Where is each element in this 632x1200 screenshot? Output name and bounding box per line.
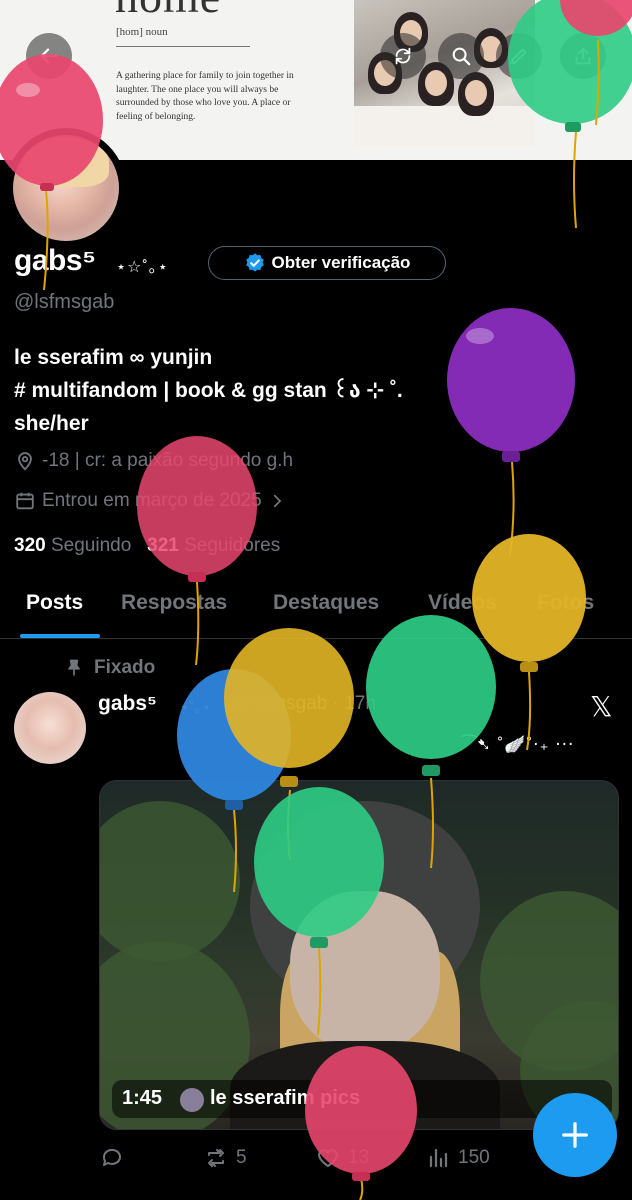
share-button[interactable]: [560, 33, 606, 79]
share-icon: [575, 47, 591, 65]
post-text: ⁀➷ ˚🪽˚‧₊ ‧‧‧: [462, 735, 575, 754]
calendar-icon: [16, 492, 34, 510]
tab-posts[interactable]: Posts: [26, 591, 83, 615]
repost-icon: [208, 1149, 224, 1167]
following-count: 320: [14, 535, 46, 556]
tab-highlights[interactable]: Destaques: [273, 591, 379, 615]
repost-count: 5: [236, 1147, 247, 1168]
video-source-label: le sserafim pics: [210, 1087, 361, 1109]
profile-handle: @lsfmsgab: [14, 291, 115, 313]
compose-post-button[interactable]: [533, 1093, 617, 1177]
edit-icon: [510, 48, 527, 65]
video-duration: 1:45: [122, 1087, 163, 1109]
view-count: 150: [458, 1147, 490, 1168]
pinned-label: Fixado: [94, 657, 156, 678]
bio-line: # multifandom | book & gg stan ꒰ა ⊹ ˚.: [14, 379, 403, 402]
search-button[interactable]: [438, 33, 484, 79]
heart-icon: [318, 1149, 338, 1167]
tab-videos[interactable]: Vídeos: [428, 591, 497, 615]
plus-icon: [562, 1122, 588, 1148]
joined-text: Entrou em março de 2025: [42, 490, 262, 511]
balloon-yellow-right: [472, 534, 586, 751]
profile-tabs: Posts Respostas Destaques Vídeos Fotos: [0, 588, 632, 639]
location-pin-icon: [18, 452, 32, 471]
followers-label: Seguidores: [184, 535, 281, 556]
repost-button[interactable]: 5: [204, 1146, 247, 1170]
post-author-name[interactable]: gabs⁵: [98, 692, 157, 716]
follow-stats: 320 Seguindo 321 Seguidores: [14, 535, 280, 557]
banner-title: home: [115, 0, 221, 23]
search-icon: [452, 47, 471, 66]
bio-line: she/her: [14, 412, 89, 435]
edit-button[interactable]: [496, 33, 542, 79]
post-video[interactable]: [99, 780, 619, 1130]
avatar[interactable]: [13, 135, 119, 241]
bio-line: le sserafim ∞ yunjin: [14, 346, 213, 369]
tab-replies[interactable]: Respostas: [121, 591, 227, 615]
banner-definition: A gathering place for family to join tog…: [116, 71, 294, 122]
following-link[interactable]: 320 Seguindo: [14, 535, 131, 556]
post-handle-time: @lsfmsgab · 17h: [232, 693, 376, 714]
location-text: -18 | cr: a paixão segundo g.h: [42, 450, 294, 471]
reply-button[interactable]: [100, 1146, 132, 1170]
profile-name: gabs⁵: [14, 244, 96, 277]
like-button[interactable]: 13: [316, 1146, 369, 1170]
pin-icon: [68, 659, 80, 676]
views-chart-icon: [429, 1148, 448, 1168]
banner-pronunciation: [hom] noun: [116, 26, 168, 38]
profile-bio: le sserafim ∞ yunjin # multifandom | boo…: [14, 341, 474, 440]
back-arrow-icon: [40, 48, 58, 64]
active-tab-indicator: [20, 634, 100, 638]
chevron-right-icon: [273, 494, 281, 508]
tab-photos[interactable]: Fotos: [537, 591, 594, 615]
x-logo-icon: 𝕏: [590, 691, 613, 722]
get-verified-button[interactable]: Obter verificação: [208, 246, 446, 280]
following-label: Seguindo: [50, 535, 132, 556]
profile-name-decoration: ⋆☆˚｡⋆: [116, 259, 169, 276]
reply-icon: [102, 1148, 121, 1166]
pinned-indicator: Fixado: [64, 657, 155, 679]
get-verified-label: Obter verificação: [271, 253, 411, 272]
post-author-decoration: ⋆˚｡⋆: [180, 699, 212, 716]
refresh-button[interactable]: [380, 33, 426, 79]
followers-link[interactable]: 321 Seguidores: [147, 535, 280, 556]
views-button[interactable]: 150: [426, 1146, 490, 1170]
followers-count: 321: [147, 535, 179, 556]
verified-badge-icon: [245, 253, 264, 272]
back-button[interactable]: [26, 33, 72, 79]
like-count: 13: [348, 1147, 370, 1168]
refresh-icon: [395, 47, 411, 65]
profile-location: -18 | cr: a paixão segundo g.h: [14, 450, 293, 472]
source-avatar: [180, 1088, 204, 1112]
profile-joined[interactable]: Entrou em março de 2025: [14, 490, 286, 512]
banner-divider: [116, 46, 250, 47]
post-author-avatar[interactable]: [14, 692, 86, 764]
